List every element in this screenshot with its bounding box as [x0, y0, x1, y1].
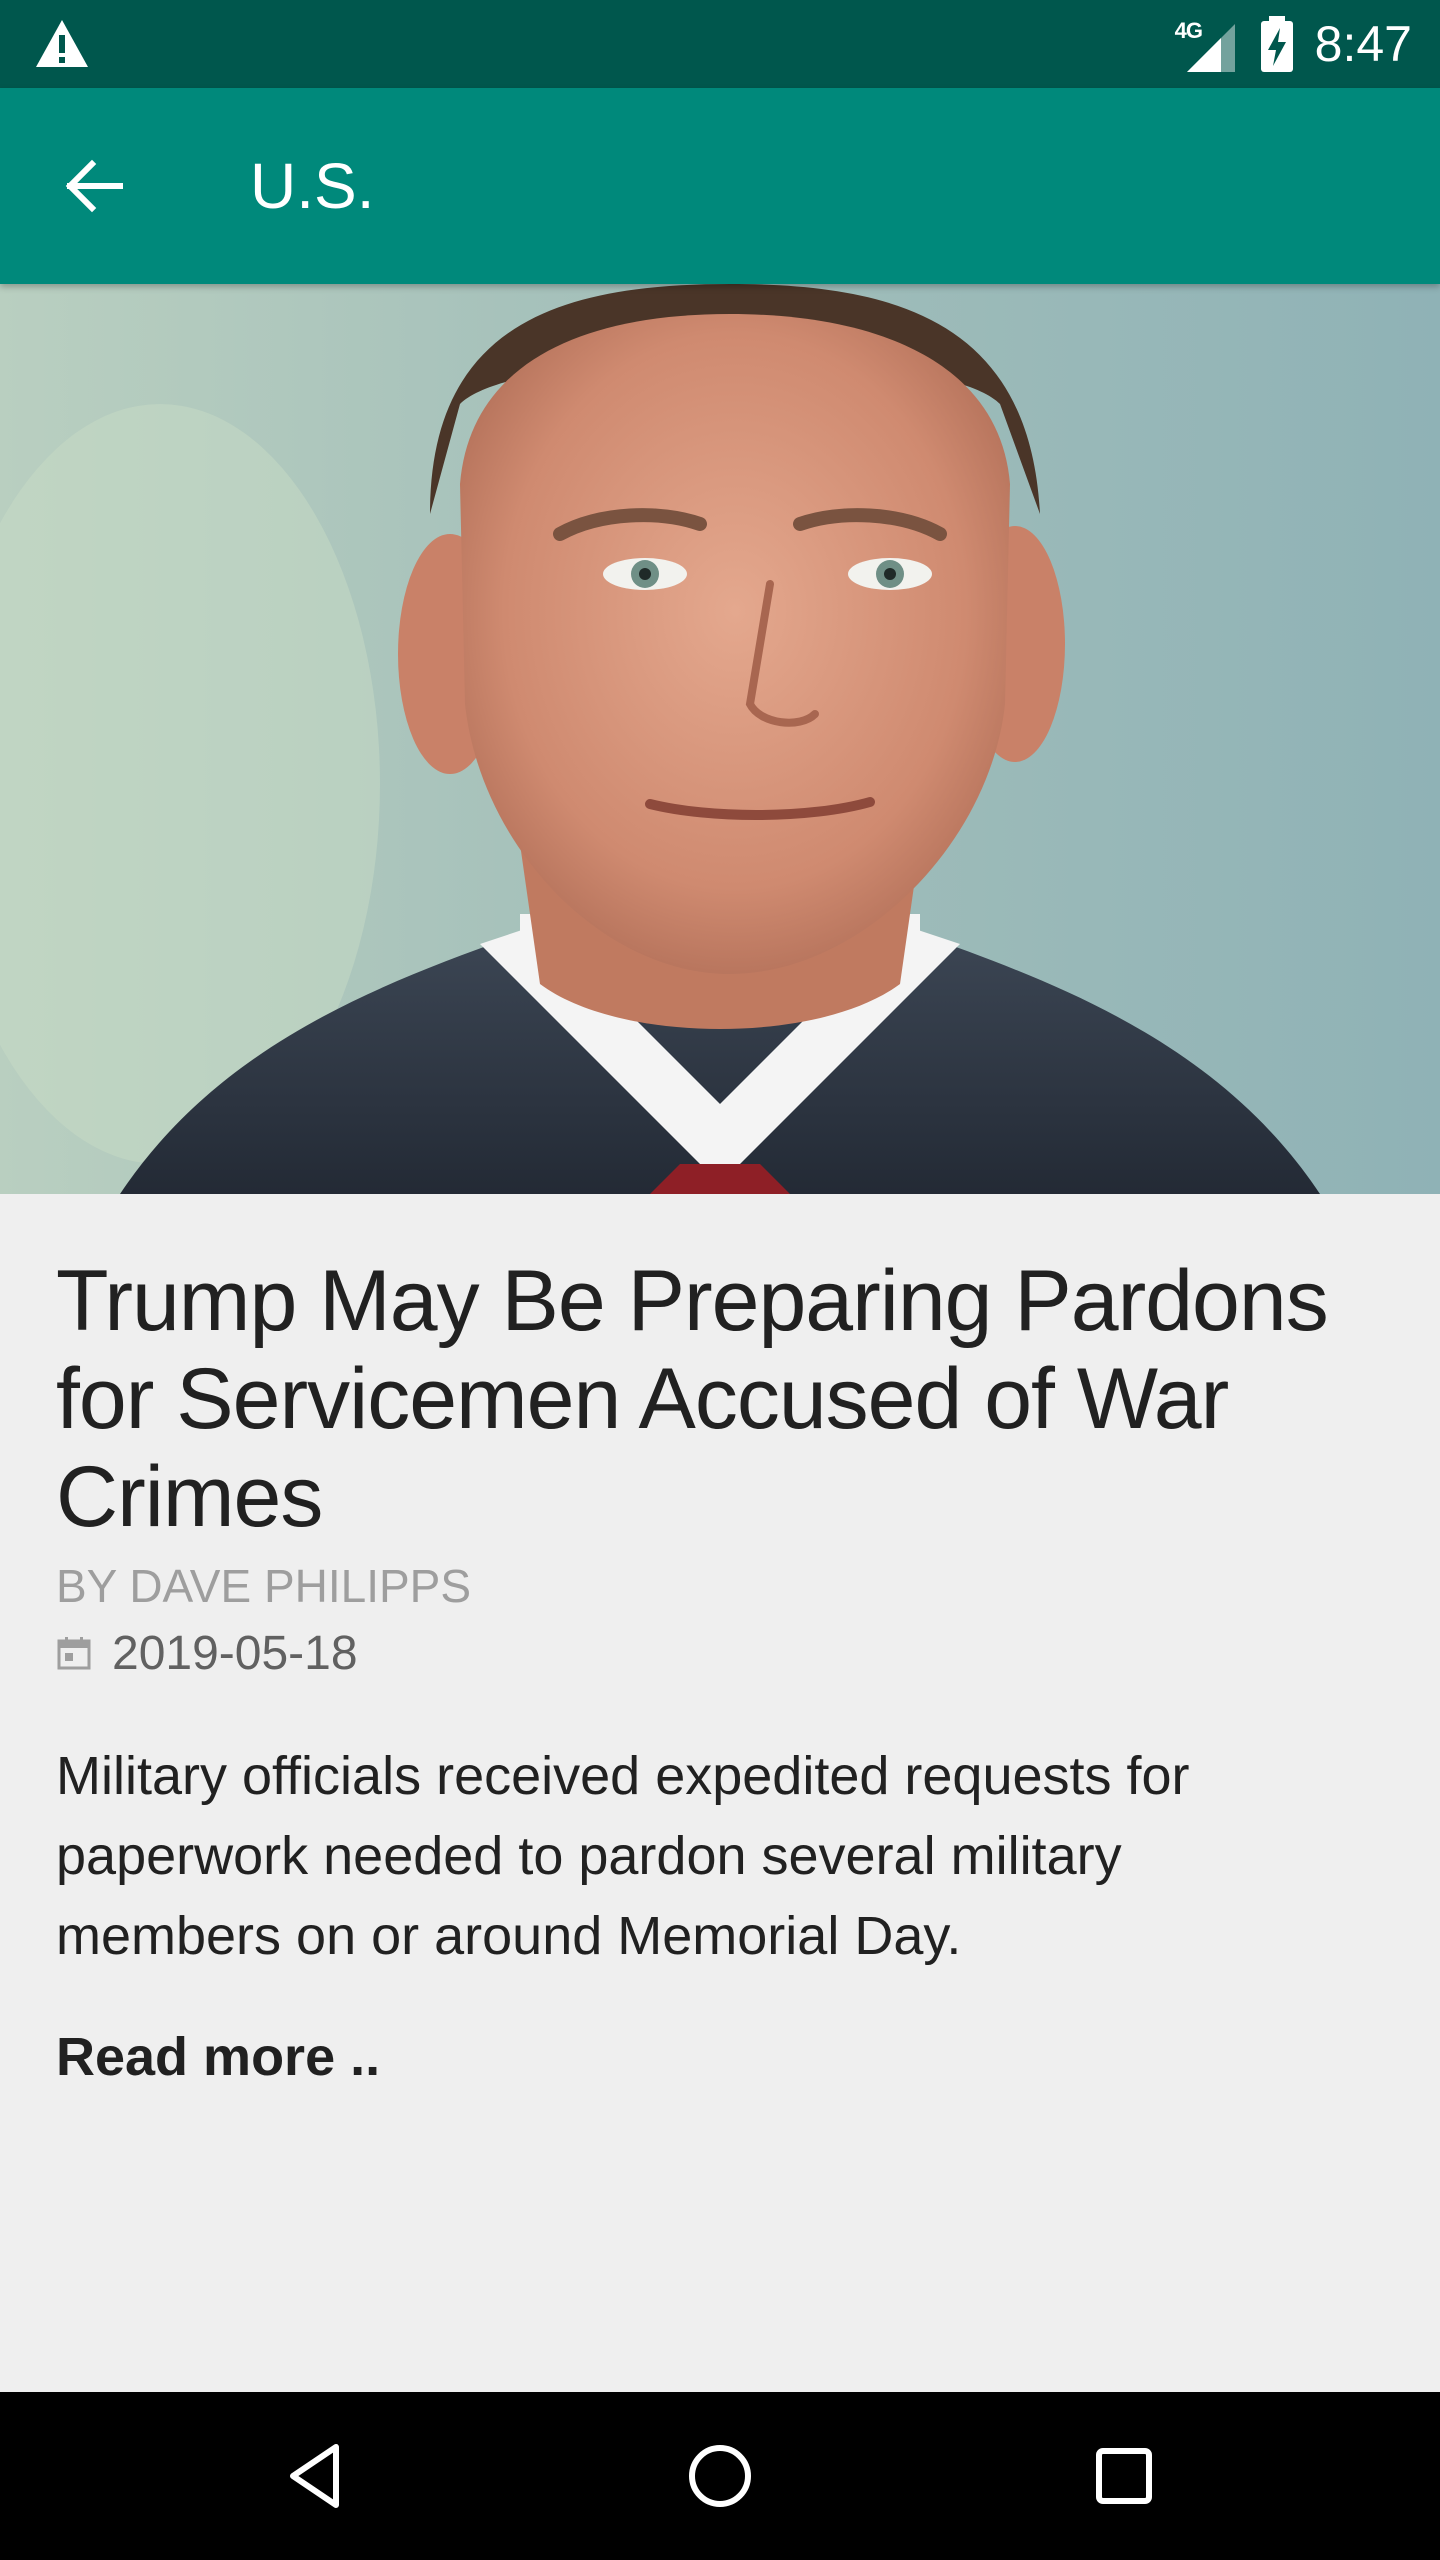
status-bar: 4G 8:47	[0, 0, 1440, 88]
square-recents-icon	[1096, 2448, 1152, 2504]
nav-back-button[interactable]	[266, 2426, 366, 2526]
article-byline: BY DAVE PHILIPPS	[56, 1560, 472, 1612]
warning-icon	[34, 18, 90, 70]
back-button[interactable]	[44, 136, 144, 236]
status-clock: 8:47	[1314, 16, 1412, 72]
cell-signal-icon: 4G	[1175, 14, 1239, 74]
circle-home-icon	[689, 2445, 751, 2507]
arrow-back-icon	[65, 159, 123, 213]
battery-charging-icon	[1257, 14, 1297, 74]
status-icons: 4G 8:47	[1175, 10, 1412, 78]
read-more-link[interactable]: Read more ..	[56, 2026, 380, 2088]
system-navigation-bar	[0, 2392, 1440, 2560]
article-date-row: 2019-05-18	[56, 1620, 1356, 1686]
nav-home-button[interactable]	[670, 2426, 770, 2526]
article-card: Trump May Be Preparing Pardons for Servi…	[56, 1194, 1356, 2088]
calendar-icon	[57, 1637, 91, 1670]
article-headline: Trump May Be Preparing Pardons for Servi…	[56, 1253, 1329, 1545]
app-bar: U.S.	[0, 88, 1440, 284]
article-hero-image	[0, 284, 1440, 1194]
article-date: 2019-05-18	[112, 1626, 358, 1680]
nav-recents-button[interactable]	[1074, 2426, 1174, 2526]
triangle-back-icon	[290, 2444, 339, 2508]
page-title: U.S.	[250, 150, 375, 222]
article-summary: Military officials received expedited re…	[56, 1746, 1190, 1966]
